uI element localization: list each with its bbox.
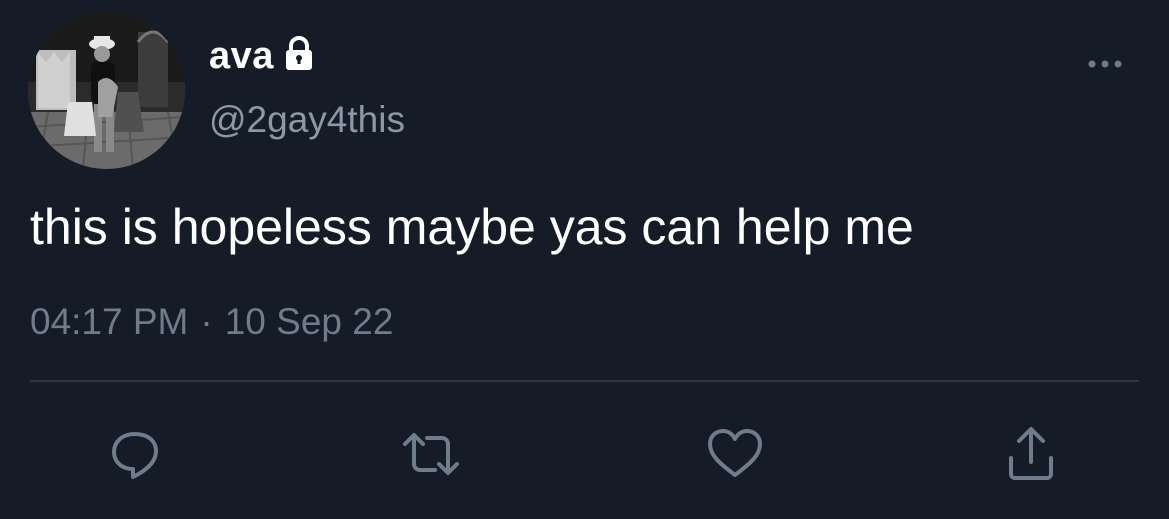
reply-icon xyxy=(112,432,158,479)
tweet-text: this is hopeless maybe yas can help me xyxy=(30,199,914,255)
share-icon xyxy=(1009,427,1053,480)
avatar-photo xyxy=(28,12,185,169)
reply-button[interactable] xyxy=(103,422,167,486)
more-dots-icon xyxy=(1088,60,1122,68)
tweet-card: ava @2gay4this this is hopeless maybe ya… xyxy=(0,0,1169,519)
meta-separator: · xyxy=(200,301,213,342)
heart-icon xyxy=(708,429,762,477)
retweet-button[interactable] xyxy=(399,422,463,486)
tweet-timestamp[interactable]: 04:17 PM · 10 Sep 22 xyxy=(30,298,393,346)
divider xyxy=(30,380,1139,382)
more-options-button[interactable] xyxy=(1080,50,1130,78)
tweet-time: 04:17 PM xyxy=(30,301,189,342)
retweet-icon xyxy=(403,433,459,475)
like-button[interactable] xyxy=(703,422,767,486)
tweet-date: 10 Sep 22 xyxy=(224,301,394,342)
share-button[interactable] xyxy=(999,422,1063,486)
lock-icon xyxy=(284,36,314,72)
avatar[interactable] xyxy=(28,12,185,169)
display-name-row: ava xyxy=(209,34,314,78)
display-name[interactable]: ava xyxy=(209,34,274,78)
user-handle[interactable]: @2gay4this xyxy=(209,98,405,142)
